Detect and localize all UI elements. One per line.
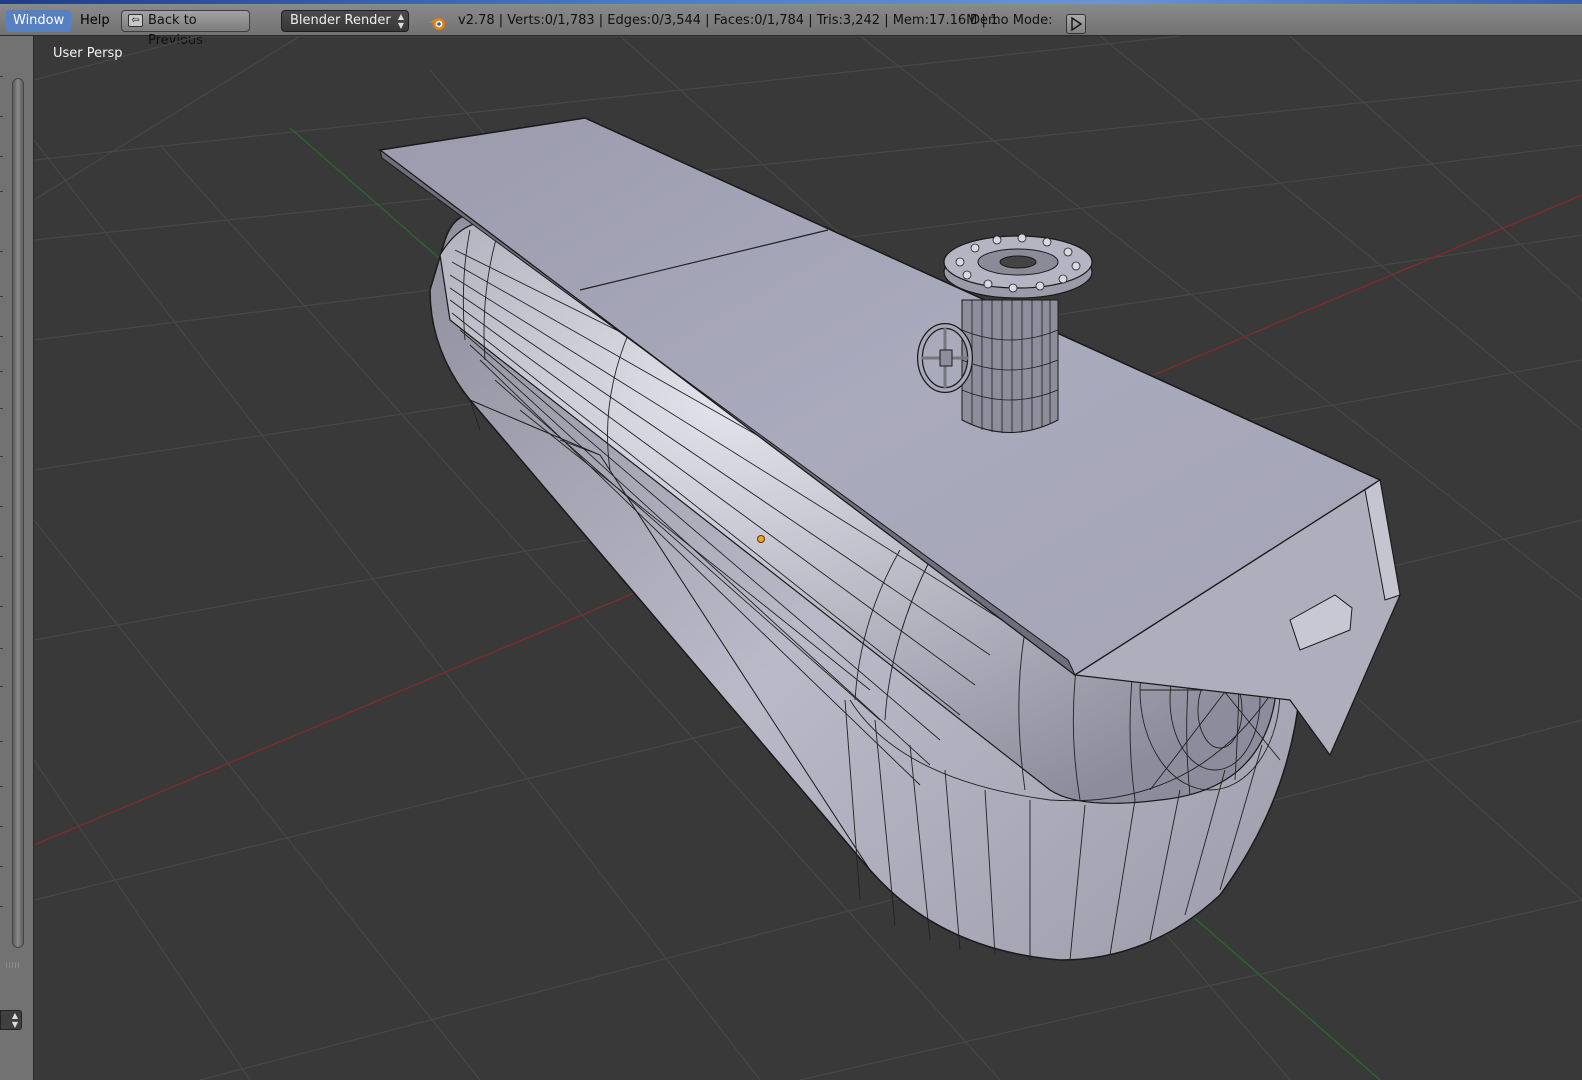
play-icon	[1071, 16, 1083, 32]
back-to-previous-button[interactable]: ⇦ Back to Previous	[121, 10, 250, 48]
viewport-view-label: User Persp	[53, 46, 123, 61]
window-menu[interactable]: Window	[6, 10, 72, 32]
demo-mode-label: Demo Mode:	[970, 13, 1053, 28]
help-menu[interactable]: Help	[73, 10, 117, 32]
render-engine-value: Blender Render	[290, 13, 391, 28]
select-arrows-icon: ▲ ▼	[397, 12, 404, 30]
info-header: Window Help ⇦ Back to Previous Blender R…	[0, 4, 1582, 48]
render-engine-select[interactable]: Blender Render ▲ ▼	[281, 10, 409, 32]
panel-resize-grip[interactable]	[6, 962, 20, 968]
tank-mesh	[378, 117, 1401, 961]
object-origin	[757, 535, 765, 543]
demo-play-button[interactable]	[1066, 14, 1086, 34]
blender-logo-icon	[429, 18, 445, 30]
tool-shelf-dropdown[interactable]: ▲ ▼	[0, 1010, 22, 1030]
viewport-scene	[34, 36, 1582, 1080]
3d-viewport[interactable]: User Persp	[34, 36, 1582, 1080]
scene-stats: v2.78 | Verts:0/1,783 | Edges:0/3,544 | …	[458, 13, 999, 28]
tool-shelf-panel: ▲ ▼	[0, 36, 34, 1080]
back-arrow-icon: ⇦	[128, 14, 143, 27]
tool-shelf-scrollbar[interactable]	[12, 78, 24, 948]
